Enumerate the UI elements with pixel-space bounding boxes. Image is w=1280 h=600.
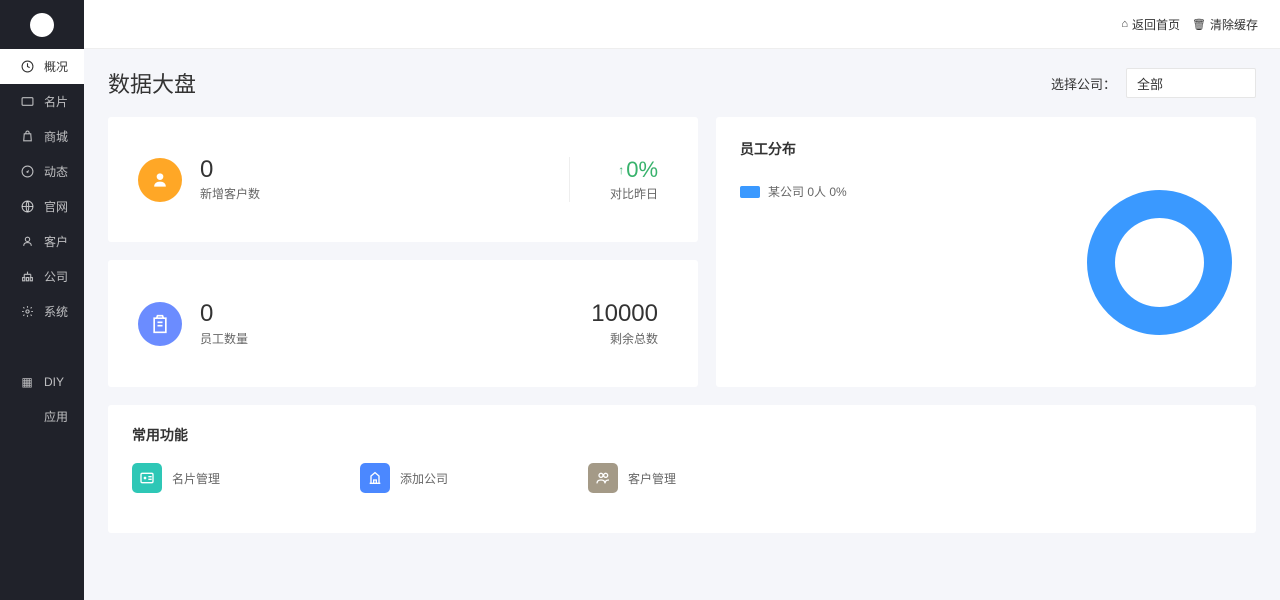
trash-icon: 🗑: [1192, 18, 1206, 31]
logo-box: [0, 0, 84, 49]
func-label: 名片管理: [172, 470, 220, 487]
func-label: 客户管理: [628, 470, 676, 487]
diy-icon: [20, 375, 34, 389]
nav-label: 商城: [44, 128, 68, 145]
func-add-company[interactable]: 添加公司: [360, 463, 448, 493]
title-row: 数据大盘 选择公司： 全部: [108, 67, 1256, 99]
globe-icon: [20, 200, 34, 214]
legend-text: 某公司 0人 0%: [768, 183, 847, 200]
header: ⌂ 返回首页 🗑 清除缓存: [84, 0, 1280, 49]
card-manage-icon: [132, 463, 162, 493]
company-select[interactable]: 全部: [1126, 68, 1256, 98]
org-icon: [20, 270, 34, 284]
nav-label: DIY: [44, 375, 64, 389]
func-customer-manage[interactable]: 客户管理: [588, 463, 676, 493]
nav-separator: [0, 329, 84, 364]
clear-cache-link[interactable]: 🗑 清除缓存: [1192, 16, 1258, 33]
func-card-manage[interactable]: 名片管理: [132, 463, 220, 493]
employees-icon: [138, 302, 182, 346]
company-selected: 全部: [1137, 74, 1163, 93]
sidebar-item-apps[interactable]: 应用: [0, 399, 84, 434]
arrow-up-icon: ↑: [618, 163, 624, 177]
employees-value: 0: [200, 301, 591, 327]
page-title: 数据大盘: [108, 67, 196, 99]
card-new-customers: 0 新增客户数 ↑ 0% 对比昨日: [108, 117, 698, 242]
home-label: 返回首页: [1132, 16, 1180, 33]
donut-ring: [1087, 190, 1232, 335]
nav: 概况 名片 商城 动态: [0, 49, 84, 600]
card-icon: [20, 95, 34, 109]
nav-label: 应用: [44, 408, 68, 425]
apps-icon: [20, 410, 34, 424]
pct-value: ↑ 0%: [618, 157, 658, 183]
nav-label: 公司: [44, 268, 68, 285]
sidebar: 概况 名片 商城 动态: [0, 0, 84, 600]
func-label: 添加公司: [400, 470, 448, 487]
sidebar-item-company[interactable]: 公司: [0, 259, 84, 294]
sidebar-item-mall[interactable]: 商城: [0, 119, 84, 154]
nav-label: 动态: [44, 163, 68, 180]
sidebar-item-diy[interactable]: DIY: [0, 364, 84, 399]
logo: [30, 13, 54, 37]
card-employees: 0 员工数量 10000 剩余总数: [108, 260, 698, 387]
nav-label: 官网: [44, 198, 68, 215]
customers-icon: [138, 158, 182, 202]
distribution-title: 员工分布: [740, 139, 1232, 159]
add-company-icon: [360, 463, 390, 493]
compass-icon: [20, 165, 34, 179]
sidebar-item-customer[interactable]: 客户: [0, 224, 84, 259]
main: ⌂ 返回首页 🗑 清除缓存 数据大盘 选择公司： 全部: [84, 0, 1280, 600]
nav-label: 概况: [44, 58, 68, 75]
sidebar-item-overview[interactable]: 概况: [0, 49, 84, 84]
new-customers-value: 0: [200, 157, 569, 183]
card-distribution: 员工分布 某公司 0人 0%: [716, 117, 1256, 387]
stats-grid: 0 新增客户数 ↑ 0% 对比昨日: [108, 117, 1256, 387]
user-icon: [20, 235, 34, 249]
home-link[interactable]: ⌂ 返回首页: [1121, 16, 1180, 33]
home-icon: ⌂: [1121, 18, 1128, 30]
clear-label: 清除缓存: [1210, 16, 1258, 33]
new-customers-label: 新增客户数: [200, 185, 569, 202]
functions-title: 常用功能: [132, 425, 1232, 445]
nav-label: 名片: [44, 93, 68, 110]
bag-icon: [20, 130, 34, 144]
customer-manage-icon: [588, 463, 618, 493]
pct-label: 对比昨日: [610, 185, 658, 202]
employees-label: 员工数量: [200, 330, 591, 347]
remaining-value: 10000: [591, 300, 658, 328]
sidebar-item-site[interactable]: 官网: [0, 189, 84, 224]
nav-label: 系统: [44, 303, 68, 320]
gear-icon: [20, 305, 34, 319]
sidebar-item-system[interactable]: 系统: [0, 294, 84, 329]
company-label: 选择公司：: [1051, 74, 1116, 93]
sidebar-item-feed[interactable]: 动态: [0, 154, 84, 189]
legend-swatch: [740, 186, 760, 198]
content: 数据大盘 选择公司： 全部 0 新增客户数: [84, 49, 1280, 600]
nav-label: 客户: [44, 233, 68, 250]
remaining-label: 剩余总数: [591, 330, 658, 347]
card-functions: 常用功能 名片管理 添加公司: [108, 405, 1256, 533]
clock-icon: [20, 60, 34, 74]
sidebar-item-card[interactable]: 名片: [0, 84, 84, 119]
donut-chart: [740, 190, 1232, 335]
